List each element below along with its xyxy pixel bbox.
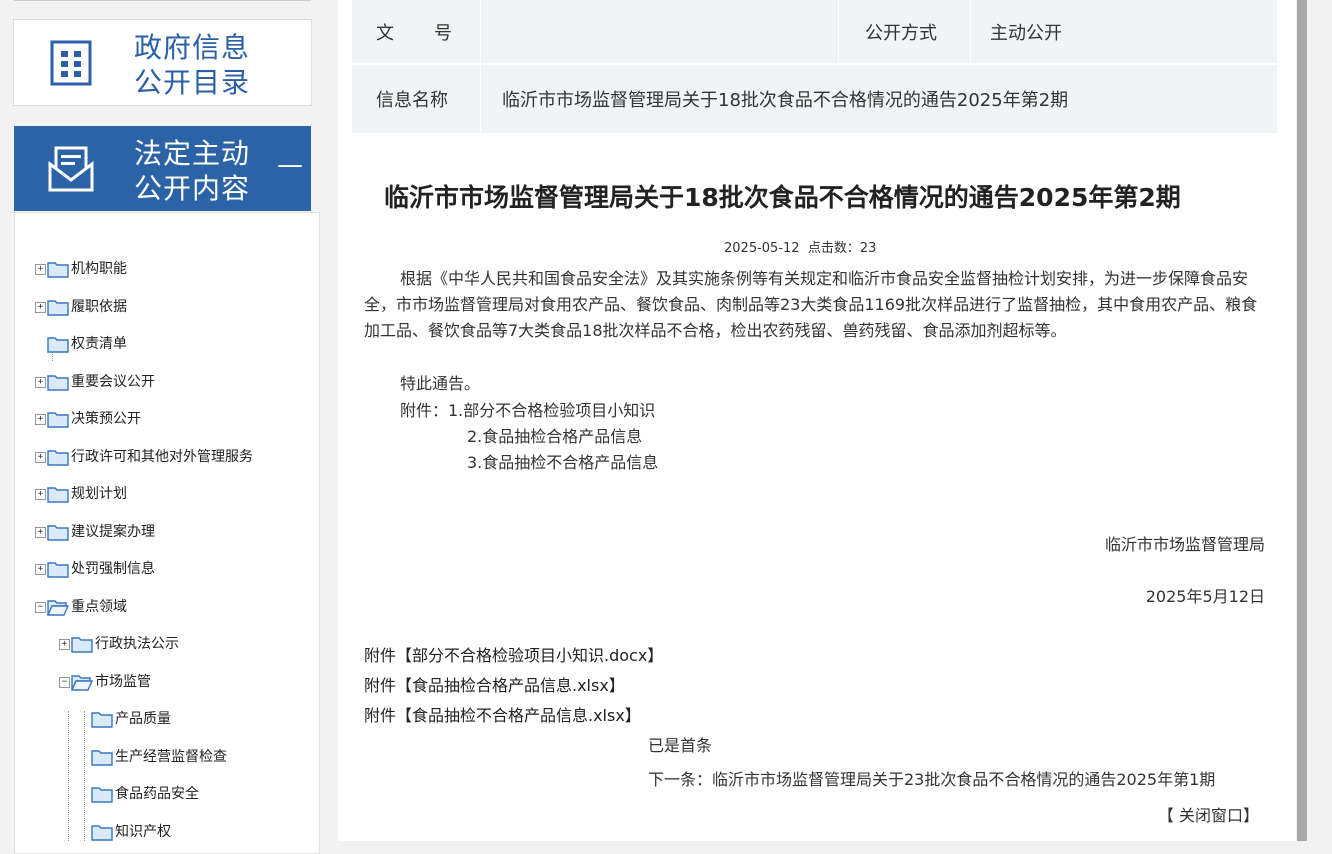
tree-item-label: 规划计划 — [71, 486, 127, 502]
grid-document-icon — [50, 40, 92, 86]
folder-icon — [91, 750, 113, 766]
tree-item-label: 处罚强制信息 — [71, 561, 155, 577]
tree-item-label: 行政执法公示 — [95, 636, 179, 652]
statutory-title: 法定主动 公开内容 — [134, 136, 250, 206]
statutory-title-line1: 法定主动 — [134, 137, 251, 170]
attachment-list-1: 附件：1.部分不合格检验项目小知识 — [400, 401, 656, 420]
expand-toggle[interactable]: − — [59, 677, 70, 688]
folder-icon — [47, 412, 69, 428]
expand-toggle[interactable]: + — [59, 639, 70, 650]
tree-item-label: 产品质量 — [115, 711, 171, 727]
folder-icon — [47, 375, 69, 391]
click-count: 23 — [859, 241, 877, 256]
close-window-button[interactable]: 【 关闭窗口】 — [1158, 802, 1259, 826]
expand-toggle[interactable]: + — [35, 527, 46, 538]
attachment-link-1[interactable]: 附件【部分不合格检验项目小知识.docx】 — [364, 642, 663, 666]
tree-item-label: 机构职能 — [71, 261, 127, 277]
folder-icon — [71, 637, 93, 653]
tree-item-label: 重点领域 — [71, 599, 127, 615]
divider — [14, 0, 311, 1]
collapse-button[interactable]: — — [277, 150, 303, 180]
statutory-disclosure-box[interactable]: 法定主动 公开内容 — — [14, 126, 311, 211]
tree-connector — [84, 711, 85, 841]
article-meta: 2025-05-12 点击数：23 — [724, 237, 876, 256]
tree-connector — [68, 711, 69, 841]
tree-item-label: 生产经营监督检查 — [115, 749, 227, 765]
tree-item-label: 市场监管 — [95, 674, 151, 690]
folder-icon — [47, 337, 69, 353]
expand-toggle[interactable]: + — [35, 264, 46, 275]
directory-title-line1: 政府信息 — [134, 31, 251, 64]
folder-icon — [47, 300, 69, 316]
meta-row-name: 信息名称 临沂市市场监督管理局关于18批次食品不合格情况的通告2025年第2期 — [352, 65, 1277, 133]
directory-title: 政府信息 公开目录 — [134, 30, 250, 100]
expand-toggle[interactable]: + — [35, 302, 46, 313]
click-count-label: 点击数： — [807, 241, 860, 256]
expand-toggle[interactable]: + — [35, 377, 46, 388]
attachment-link-2[interactable]: 附件【食品抽检合格产品信息.xlsx】 — [364, 672, 625, 696]
attachment-list-2: 2.食品抽检合格产品信息 — [467, 427, 643, 446]
info-name-label: 信息名称 — [376, 90, 448, 111]
tree-item-label: 行政许可和其他对外管理服务 — [71, 449, 253, 465]
tree-item-label: 食品药品安全 — [115, 786, 199, 802]
expand-toggle[interactable]: − — [35, 602, 46, 613]
article-body-text: 根据《中华人民共和国食品安全法》及其实施条例等有关规定和临沂市食品安全监督抽检计… — [364, 269, 1258, 340]
disclosure-method-label: 公开方式 — [865, 22, 937, 44]
folder-icon — [47, 450, 69, 466]
prev-article: 已是首条 — [648, 736, 713, 755]
tree-item-label: 权责清单 — [71, 336, 127, 352]
tree-item-label: 知识产权 — [115, 824, 171, 840]
tree-item-label: 重要会议公开 — [71, 374, 155, 390]
divider — [970, 0, 971, 63]
folder-icon — [91, 825, 113, 841]
gov-info-directory-box[interactable]: 政府信息 公开目录 — [13, 19, 312, 106]
expand-toggle[interactable]: + — [35, 489, 46, 500]
attachment-list-3: 3.食品抽检不合格产品信息 — [467, 453, 659, 472]
envelope-document-icon — [48, 146, 94, 192]
expand-toggle[interactable]: + — [35, 414, 46, 425]
folder-icon — [47, 525, 69, 541]
article-body: 根据《中华人民共和国食品安全法》及其实施条例等有关规定和临沂市食品安全监督抽检计… — [364, 266, 1269, 344]
category-tree: + 机构职能 + 履职依据 权责清单 + 重要会议公开 + 决策预公开 + 行政… — [14, 212, 320, 854]
scrollbar-track[interactable] — [1296, 0, 1332, 841]
attachment-link-3[interactable]: 附件【食品抽检不合格产品信息.xlsx】 — [364, 702, 641, 726]
tree-item-label: 履职依据 — [71, 299, 127, 315]
folder-icon — [47, 487, 69, 503]
open-folder-icon — [71, 675, 93, 691]
notice-text: 特此通告。 — [400, 374, 481, 393]
divider — [480, 0, 481, 63]
folder-icon — [91, 712, 113, 728]
sign-date: 2025年5月12日 — [1145, 587, 1265, 606]
doc-number-label: 文 号 — [376, 22, 453, 44]
meta-row-docno: 文 号 公开方式 主动公开 — [352, 0, 1277, 63]
publish-date: 2025-05-12 — [724, 241, 800, 256]
next-article-link[interactable]: 下一条：临沂市市场监督管理局关于23批次食品不合格情况的通告2025年第1期 — [648, 767, 1215, 793]
content-area: 文 号 公开方式 主动公开 信息名称 临沂市市场监督管理局关于18批次食品不合格… — [338, 0, 1296, 841]
left-sidebar: 政府信息 公开目录 法定主动 公开内容 — + 机构职能 + 履职依据 权责清单… — [0, 0, 338, 854]
expand-toggle[interactable]: + — [35, 564, 46, 575]
tree-item-label: 决策预公开 — [71, 411, 141, 427]
directory-title-line2: 公开目录 — [134, 66, 251, 99]
divider — [480, 65, 481, 133]
scrollbar-thumb[interactable] — [1297, 0, 1307, 841]
folder-icon — [47, 262, 69, 278]
folder-icon — [47, 562, 69, 578]
statutory-title-line2: 公开内容 — [134, 172, 251, 205]
info-name-value: 临沂市市场监督管理局关于18批次食品不合格情况的通告2025年第2期 — [502, 90, 1069, 111]
disclosure-method-value: 主动公开 — [990, 22, 1062, 44]
tree-item-label: 建议提案办理 — [71, 524, 155, 540]
expand-toggle[interactable]: + — [35, 452, 46, 463]
folder-icon — [91, 787, 113, 803]
open-folder-icon — [47, 600, 69, 616]
signature: 临沂市市场监督管理局 — [1104, 535, 1265, 554]
article-title: 临沂市市场监督管理局关于18批次食品不合格情况的通告2025年第2期 — [384, 183, 1181, 212]
divider — [838, 0, 839, 63]
